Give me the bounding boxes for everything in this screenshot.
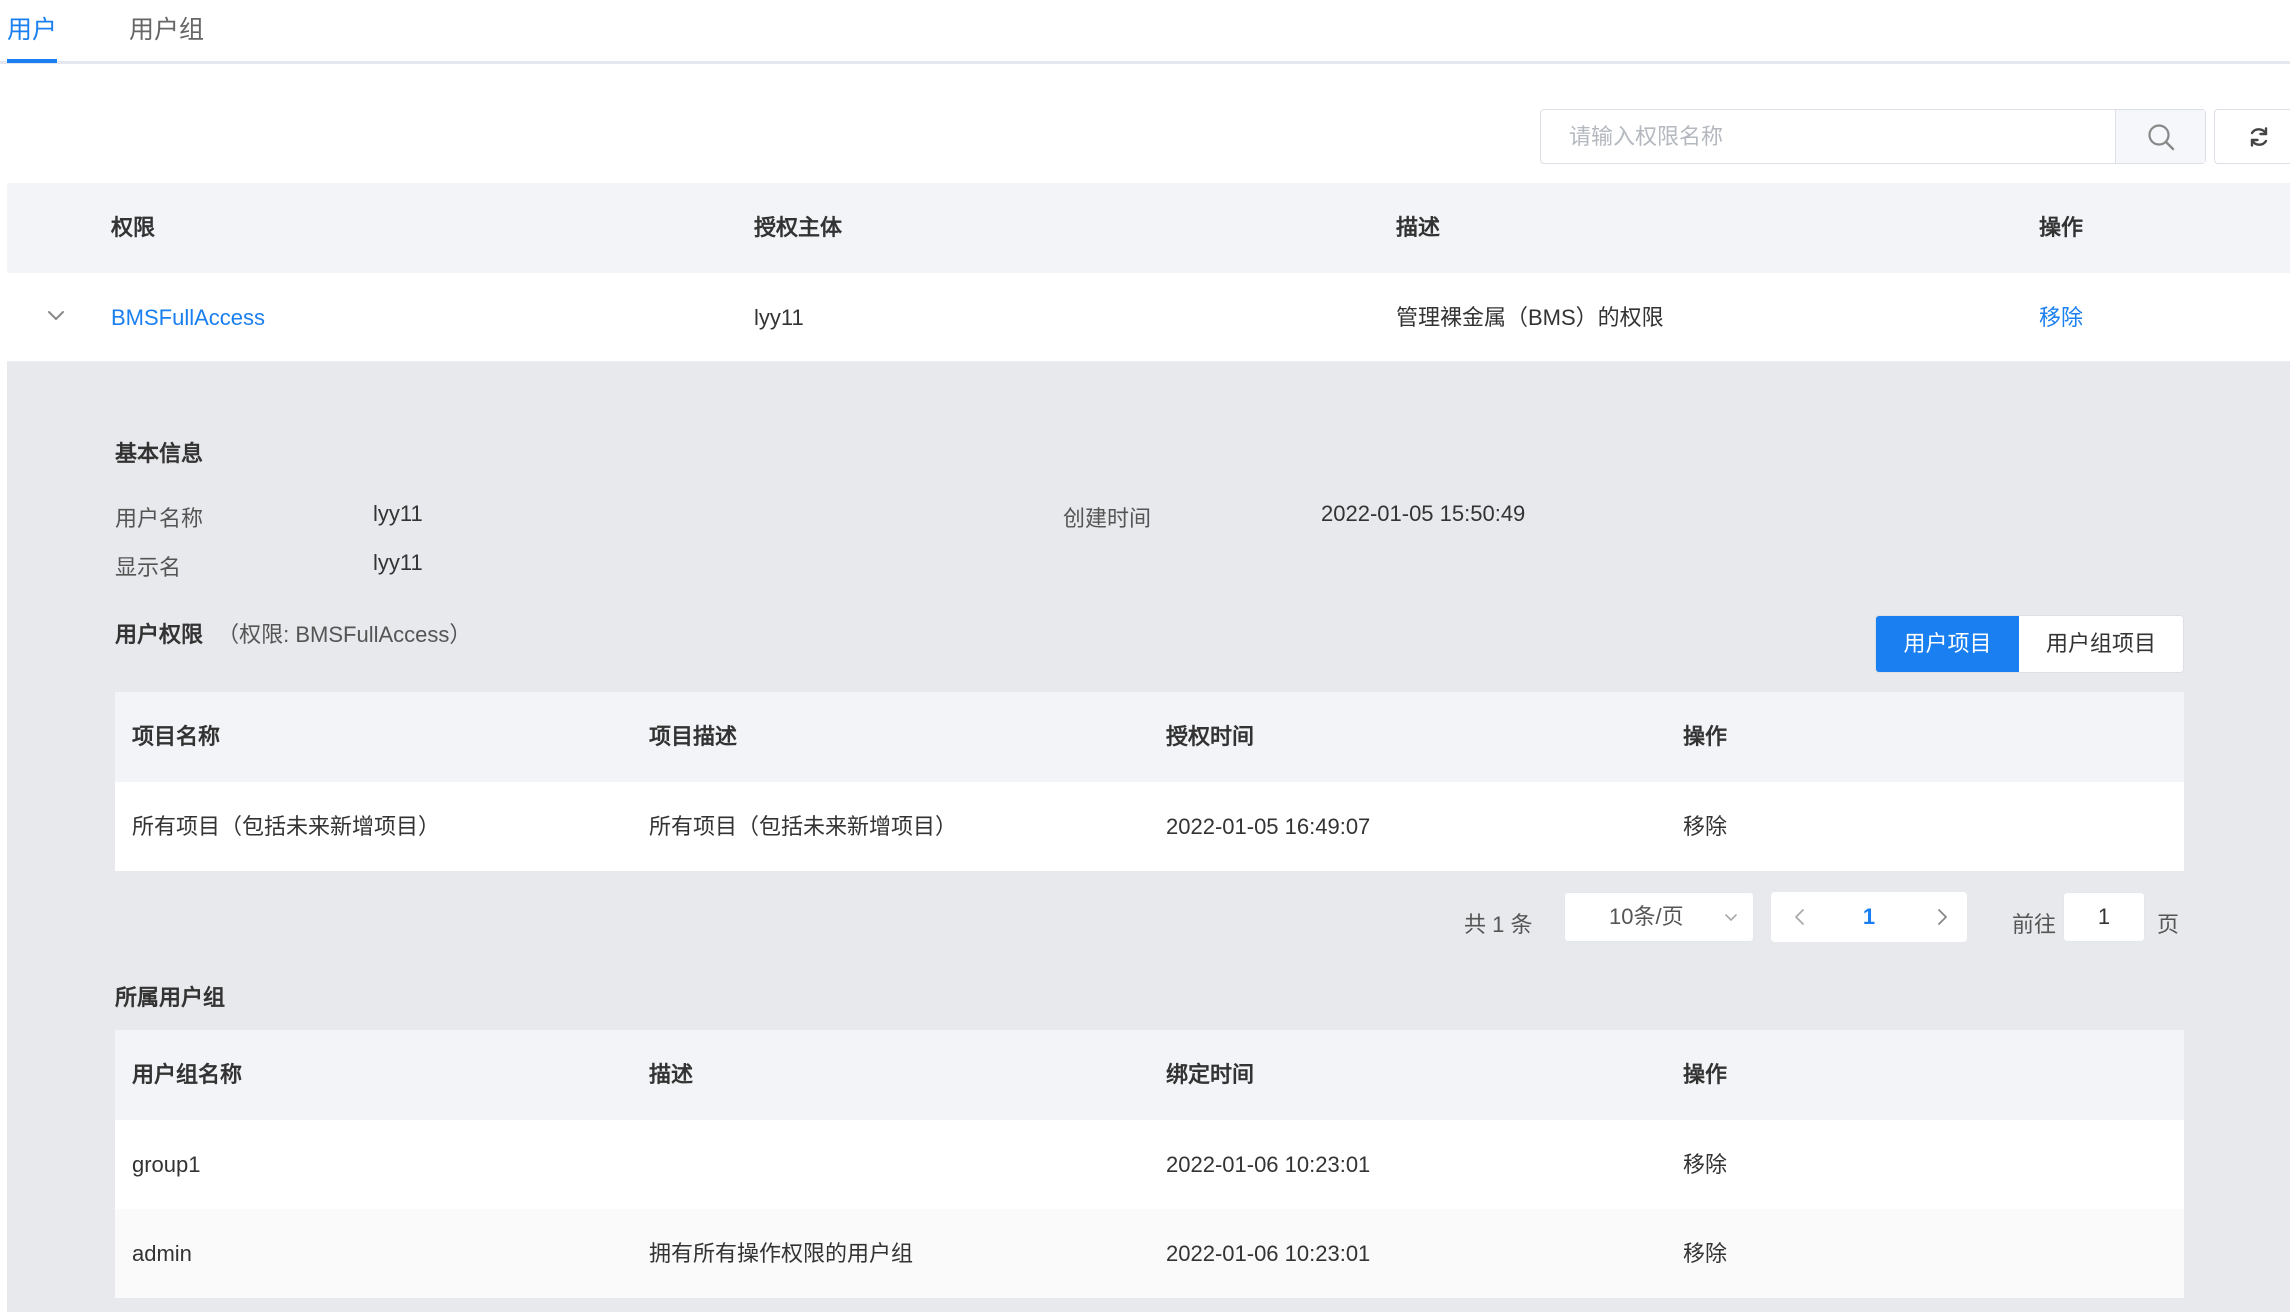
groups-table: 用户组名称 描述 绑定时间 操作 group1 2022-01-06 10:23…	[115, 1030, 2184, 1298]
user-permission-note: （权限: BMSFullAccess）	[217, 622, 472, 647]
search-box	[1540, 109, 2206, 164]
user-permission-heading: 用户权限 （权限: BMSFullAccess）	[115, 617, 471, 649]
goto-label: 前往	[2012, 912, 2057, 937]
header-principal: 授权主体	[754, 215, 843, 240]
bind-time-cell: 2022-01-06 10:23:01	[1166, 1152, 1371, 1177]
chevron-left-icon[interactable]	[1789, 906, 1811, 928]
grant-time-cell: 2022-01-05 16:49:07	[1166, 814, 1371, 839]
group-name-cell: admin	[132, 1241, 192, 1266]
header-action: 操作	[2039, 215, 2084, 240]
user-permission-title: 用户权限	[115, 622, 204, 647]
search-button[interactable]	[2115, 110, 2205, 163]
header-project-description: 项目描述	[649, 724, 738, 749]
header-project-name: 项目名称	[132, 724, 221, 749]
remove-group-link[interactable]: 移除	[1683, 1120, 1727, 1209]
remove-permission-link[interactable]: 移除	[2039, 273, 2083, 362]
permissions-table-header: 权限 授权主体 描述 操作	[7, 183, 2290, 273]
table-row: BMSFullAccess lyy11 管理裸金属（BMS）的权限 移除	[7, 273, 2290, 362]
chevron-down-icon[interactable]	[43, 303, 69, 329]
header-group-name: 用户组名称	[132, 1062, 243, 1087]
group-name-cell: group1	[132, 1152, 201, 1177]
table-row: group1 2022-01-06 10:23:01 移除	[115, 1120, 2184, 1209]
table-row: 所有项目（包括未来新增项目） 所有项目（包括未来新增项目） 2022-01-05…	[115, 782, 2184, 871]
user-projects-button[interactable]: 用户项目	[1876, 616, 2019, 672]
goto-page-input[interactable]	[2063, 892, 2145, 942]
pager: 1	[1771, 892, 1967, 942]
basic-info-title: 基本信息	[115, 441, 204, 466]
display-name-label: 显示名	[115, 555, 182, 580]
projects-table-header: 项目名称 项目描述 授权时间 操作	[115, 692, 2184, 782]
created-time-value: 2022-01-05 15:50:49	[1321, 501, 1526, 526]
page-size-value: 10条/页	[1609, 904, 1684, 929]
expanded-detail-panel: 基本信息 用户名称 lyy11 创建时间 2022-01-05 15:50:49…	[7, 362, 2290, 1312]
header-permission: 权限	[111, 215, 156, 240]
username-value: lyy11	[373, 501, 423, 526]
page-suffix: 页	[2157, 912, 2180, 937]
refresh-button[interactable]	[2214, 109, 2290, 164]
chevron-right-icon[interactable]	[1931, 906, 1953, 928]
header-bind-time: 绑定时间	[1166, 1062, 1255, 1087]
chevron-down-icon	[1725, 914, 1737, 921]
remove-group-link[interactable]: 移除	[1683, 1209, 1727, 1298]
remove-project-link[interactable]: 移除	[1683, 782, 1727, 871]
header-grant-time: 授权时间	[1166, 724, 1255, 749]
bind-time-cell: 2022-01-06 10:23:01	[1166, 1241, 1371, 1266]
group-projects-button[interactable]: 用户组项目	[2019, 616, 2183, 672]
tab-users[interactable]: 用户	[7, 10, 57, 46]
header-group-action: 操作	[1683, 1062, 1728, 1087]
principal-cell: lyy11	[754, 305, 804, 330]
project-scope-toggle: 用户项目 用户组项目	[1875, 615, 2184, 673]
group-description-cell: 拥有所有操作权限的用户组	[649, 1241, 914, 1266]
search-input[interactable]	[1541, 110, 2117, 163]
search-icon	[2147, 123, 2174, 150]
project-name-cell: 所有项目（包括未来新增项目）	[132, 814, 441, 839]
header-project-action: 操作	[1683, 724, 1728, 749]
tab-user-groups[interactable]: 用户组	[129, 10, 204, 46]
project-description-cell: 所有项目（包括未来新增项目）	[649, 814, 958, 839]
tab-bar: 用户 用户组	[0, 0, 2290, 64]
page-size-select[interactable]: 10条/页	[1564, 892, 1754, 942]
pagination-total: 共 1 条	[1464, 912, 1533, 937]
header-group-description: 描述	[649, 1062, 694, 1087]
description-cell: 管理裸金属（BMS）的权限	[1396, 305, 1664, 330]
page-number-current[interactable]: 1	[1849, 892, 1889, 942]
header-description: 描述	[1396, 215, 1441, 240]
permission-link[interactable]: BMSFullAccess	[111, 273, 265, 362]
projects-table: 项目名称 项目描述 授权时间 操作 所有项目（包括未来新增项目） 所有项目（包括…	[115, 692, 2184, 871]
table-row: admin 拥有所有操作权限的用户组 2022-01-06 10:23:01 移…	[115, 1209, 2184, 1298]
groups-table-header: 用户组名称 描述 绑定时间 操作	[115, 1030, 2184, 1120]
created-time-label: 创建时间	[1063, 506, 1152, 531]
groups-title: 所属用户组	[115, 985, 226, 1010]
refresh-icon	[2250, 126, 2268, 147]
display-name-value: lyy11	[373, 550, 423, 575]
active-tab-indicator	[7, 59, 57, 63]
username-label: 用户名称	[115, 506, 204, 531]
